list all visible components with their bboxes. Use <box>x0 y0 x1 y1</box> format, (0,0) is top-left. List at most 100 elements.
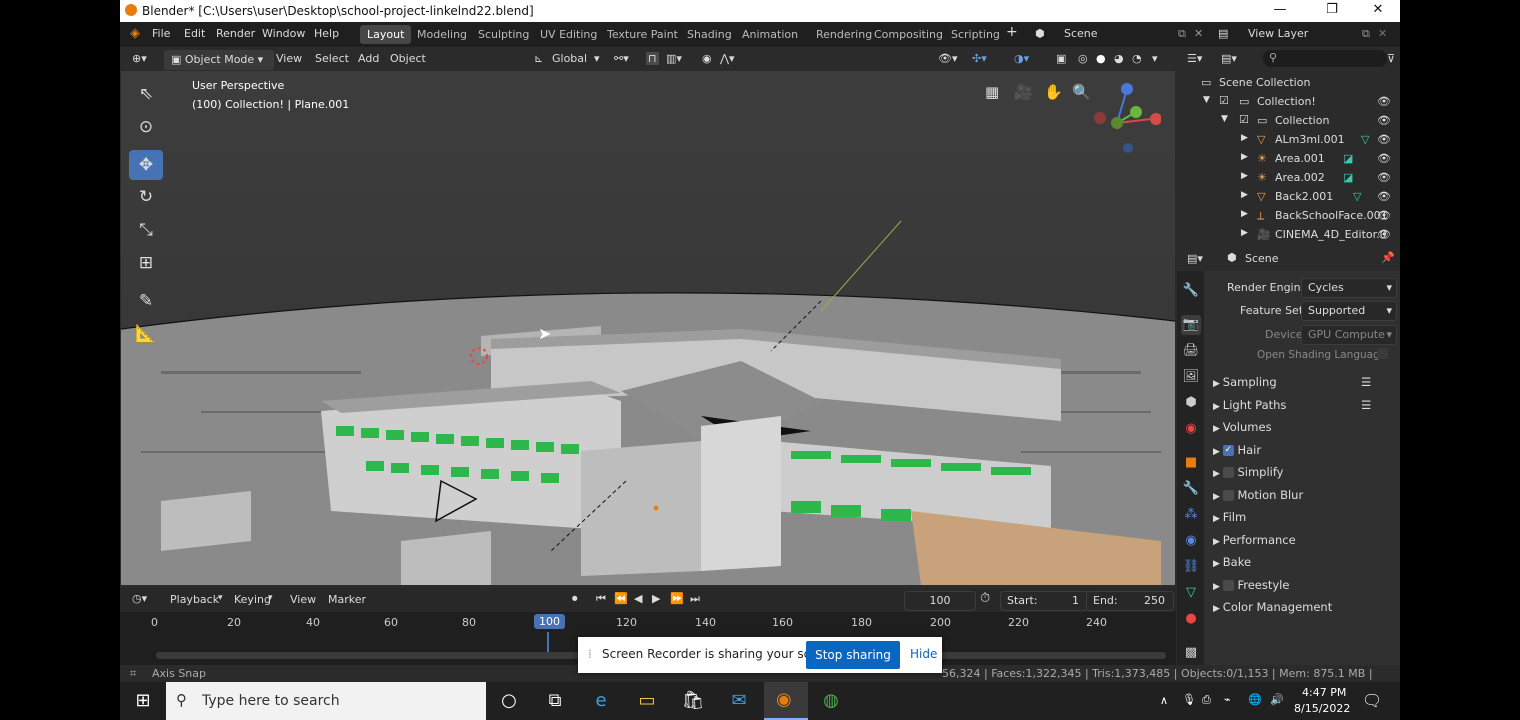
task-view-icon[interactable]: ⧉ <box>542 688 568 714</box>
object-mode-dropdown[interactable]: ▣ Object Mode ▾ <box>164 50 274 70</box>
orientation-chevron-icon[interactable]: ▾ <box>594 52 600 65</box>
jump-keyframe-forward-icon[interactable]: ⏩ <box>670 592 684 605</box>
tab-layout[interactable]: Layout <box>360 25 412 44</box>
tab-modeling[interactable]: Modeling <box>410 25 474 44</box>
visibility-eye-icon[interactable]: 👁 <box>1377 133 1391 146</box>
transform-orientation-label[interactable]: Global <box>552 52 587 65</box>
texture-tab-icon[interactable]: ▩ <box>1181 643 1201 663</box>
stop-sharing-button[interactable]: Stop sharing <box>806 641 900 669</box>
outliner-item-collection-bang[interactable]: ▼ ☑ ▭ Collection! 👁 <box>1177 92 1400 111</box>
device-dropdown[interactable]: GPU Compute ▾ <box>1301 325 1397 345</box>
snap-icon[interactable]: ⊓ <box>646 52 659 65</box>
viewport-menu-object[interactable]: Object <box>390 52 426 65</box>
menu-edit[interactable]: Edit <box>184 27 205 40</box>
taskbar-search-box[interactable]: ⚲ Type here to search <box>166 682 486 720</box>
expand-chevron-icon[interactable]: ▶ <box>1241 190 1248 200</box>
rotate-tool-icon[interactable]: ↻ <box>129 182 163 212</box>
end-frame-field[interactable]: End: 250 <box>1086 591 1174 611</box>
jump-keyframe-back-icon[interactable]: ⏪ <box>614 592 628 605</box>
view-layer-name[interactable]: View Layer <box>1248 27 1308 40</box>
tab-compositing[interactable]: Compositing <box>867 25 950 44</box>
visibility-eye-icon[interactable]: 👁 <box>1377 171 1391 184</box>
panel-hair[interactable]: ▶ ✓ Hair <box>1213 443 1393 463</box>
cortana-icon[interactable]: ○ <box>496 688 522 714</box>
power-icon[interactable]: ⌁ <box>1224 693 1231 706</box>
timeline-editor-icon[interactable]: ◷▾ <box>132 592 147 605</box>
clock-time[interactable]: 4:47 PM <box>1302 686 1346 699</box>
outliner-item-backschoolface[interactable]: ▶ ⟂ BackSchoolFace.001 👁 <box>1177 206 1400 225</box>
notifications-icon[interactable]: 🗨 <box>1362 691 1382 710</box>
minimize-button[interactable]: — <box>1258 2 1302 20</box>
xray-toggle-icon[interactable]: ▣ <box>1056 52 1066 65</box>
tab-animation[interactable]: Animation <box>735 25 805 44</box>
falloff-icon[interactable]: ⋀▾ <box>720 52 735 65</box>
panel-simplify[interactable]: ▶ Simplify <box>1213 465 1393 485</box>
expand-chevron-icon[interactable]: ▶ <box>1241 209 1248 219</box>
checkbox-icon[interactable]: ☑ <box>1219 94 1229 107</box>
outliner-item-area-002[interactable]: ▶ ☀ Area.002 ◪ 👁 <box>1177 168 1400 187</box>
tool-tab-icon[interactable]: 🔧 <box>1181 281 1201 301</box>
play-icon[interactable]: ▶ <box>652 592 660 605</box>
panel-film[interactable]: ▶ Film <box>1213 510 1393 530</box>
properties-editor-icon[interactable]: ▤▾ <box>1187 252 1203 265</box>
blender-menu-icon[interactable]: ◈ <box>130 26 140 41</box>
wireframe-shading-icon[interactable]: ◎ <box>1078 52 1088 65</box>
tab-texture-paint[interactable]: Texture Paint <box>600 25 685 44</box>
toggle-grid-icon[interactable]: ▦ <box>985 83 999 101</box>
material-shading-icon[interactable]: ◕ <box>1114 52 1124 65</box>
timeline-menu-playback[interactable]: Playback <box>170 593 219 606</box>
scene-selector-icon[interactable]: ⬢ <box>1035 27 1045 40</box>
output-tab-icon[interactable]: 🖨 <box>1181 341 1201 361</box>
hide-banner-button[interactable]: Hide <box>910 647 937 661</box>
panel-freestyle[interactable]: ▶ Freestyle <box>1213 578 1393 598</box>
proportional-edit-icon[interactable]: ◉ <box>702 52 712 65</box>
select-tool-icon[interactable]: ⇖ <box>129 79 163 109</box>
measure-tool-icon[interactable]: 📐 <box>129 319 163 349</box>
timeline-menu-keying[interactable]: Keying <box>234 593 271 606</box>
play-reverse-icon[interactable]: ◀ <box>634 592 642 605</box>
visibility-eye-icon[interactable]: 👁 <box>1377 228 1391 241</box>
simplify-checkbox[interactable] <box>1222 467 1234 478</box>
motion-blur-checkbox[interactable] <box>1222 490 1234 501</box>
viewport-menu-add[interactable]: Add <box>358 52 379 65</box>
delete-view-layer-icon[interactable]: ✕ <box>1378 27 1387 40</box>
cursor-tool-icon[interactable]: ⊙ <box>129 112 163 142</box>
tab-sculpting[interactable]: Sculpting <box>471 25 536 44</box>
restore-button[interactable]: ❐ <box>1310 2 1354 20</box>
shading-options-icon[interactable]: ▾ <box>1152 52 1158 65</box>
expand-chevron-icon[interactable]: ▼ <box>1221 114 1228 124</box>
outliner-item-collection[interactable]: ▼ ☑ ▭ Collection 👁 <box>1177 111 1400 130</box>
pivot-point-icon[interactable]: ⚯▾ <box>614 52 629 65</box>
delete-scene-icon[interactable]: ✕ <box>1194 27 1203 40</box>
device-icon[interactable]: ⎙ <box>1202 693 1211 707</box>
panel-light-paths[interactable]: ▶ Light Paths ☰ <box>1213 398 1393 418</box>
feature-set-dropdown[interactable]: Supported ▾ <box>1301 301 1397 321</box>
pan-view-icon[interactable]: ✋ <box>1044 83 1063 101</box>
outliner-item-area-001[interactable]: ▶ ☀ Area.001 ◪ 👁 <box>1177 149 1400 168</box>
jump-start-icon[interactable]: ⏮ <box>596 592 606 606</box>
current-frame-field[interactable]: 100 <box>904 591 976 611</box>
show-hidden-icons-chevron-icon[interactable]: ∧ <box>1160 694 1168 707</box>
constraints-tab-icon[interactable]: ⛓ <box>1181 557 1201 577</box>
render-tab-icon[interactable]: 📷 <box>1181 315 1201 335</box>
outliner-scene-collection[interactable]: ▭ Scene Collection <box>1177 73 1400 92</box>
clock-date[interactable]: 8/15/2022 <box>1294 702 1350 715</box>
timeline-menu-view[interactable]: View <box>290 593 316 606</box>
3d-viewport[interactable]: User Perspective (100) Collection! | Pla… <box>121 71 1175 585</box>
filter-icon[interactable]: ⊽ <box>1387 52 1395 65</box>
outliner-item-back2[interactable]: ▶ ▽ Back2.001 ▽ 👁 <box>1177 187 1400 206</box>
menu-render[interactable]: Render <box>216 27 255 40</box>
outliner-item-cinema4d[interactable]: ▶ 🎥 CINEMA_4D_Editor.0 👁 <box>1177 225 1400 244</box>
view-layer-icon[interactable]: ▤ <box>1218 27 1228 40</box>
outliner-item-alm3ml[interactable]: ▶ ▽ ALm3ml.001 ▽ 👁 <box>1177 130 1400 149</box>
snap-target-icon[interactable]: ▥▾ <box>666 52 682 65</box>
tab-uv-editing[interactable]: UV Editing <box>533 25 604 44</box>
hair-checkbox[interactable]: ✓ <box>1222 445 1234 456</box>
record-icon[interactable]: ⏺ <box>572 592 578 606</box>
panel-color-management[interactable]: ▶ Color Management <box>1213 600 1393 620</box>
visibility-eye-icon[interactable]: 👁 <box>1377 152 1391 165</box>
expand-chevron-icon[interactable]: ▶ <box>1241 171 1248 181</box>
scale-tool-icon[interactable]: ⤡ <box>129 215 163 245</box>
world-tab-icon[interactable]: ◉ <box>1181 419 1201 439</box>
microphone-icon[interactable]: 🎙 <box>1182 693 1196 706</box>
